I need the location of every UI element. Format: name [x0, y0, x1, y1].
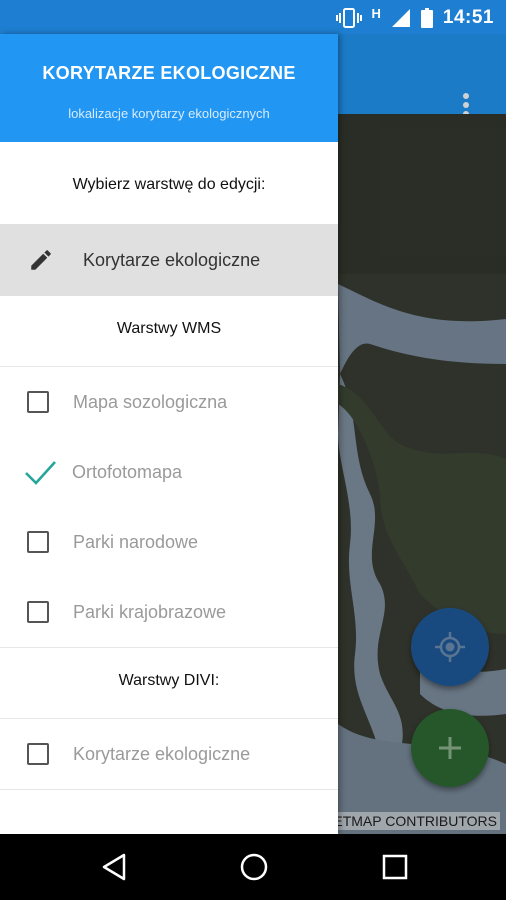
layer-label: Ortofotomapa [72, 461, 183, 482]
layer-label: Parki narodowe [73, 531, 199, 552]
checkmark-icon[interactable] [23, 455, 57, 489]
layer-item-parki-narodowe[interactable]: Parki narodowe [0, 507, 338, 577]
system-navigation-bar [0, 834, 506, 900]
drawer-header: KORYTARZE EKOLOGICZNE lokalizacje koryta… [0, 34, 338, 142]
navigation-drawer: KORYTARZE EKOLOGICZNE lokalizacje koryta… [0, 34, 338, 834]
checkbox-icon[interactable] [27, 391, 49, 413]
drawer-scrim[interactable] [338, 34, 506, 834]
network-type-indicator: H [371, 5, 381, 21]
home-icon[interactable] [239, 852, 269, 882]
status-icons: H 14:51 [335, 5, 495, 30]
drawer-subtitle: lokalizacje korytarzy ekologicznych [68, 106, 270, 121]
checkbox-icon[interactable] [27, 531, 49, 553]
wms-section-label: Warstwy WMS [0, 296, 338, 367]
layer-item-korytarze-ekologiczne[interactable]: Korytarze ekologiczne [0, 719, 338, 790]
selected-edit-layer[interactable]: Korytarze ekologiczne [0, 224, 338, 296]
layer-item-ortofotomapa[interactable]: Ortofotomapa [0, 437, 338, 507]
drawer-title: KORYTARZE EKOLOGICZNE [42, 63, 296, 83]
recents-icon[interactable] [382, 852, 408, 882]
layer-item-mapa-sozologiczna[interactable]: Mapa sozologiczna [0, 367, 338, 437]
back-icon[interactable] [100, 852, 128, 882]
status-time: 14:51 [442, 7, 494, 28]
choose-layer-label: Wybierz warstwę do edycji: [72, 176, 266, 193]
selected-layer-label: Korytarze ekologiczne [83, 249, 261, 270]
layer-label: Korytarze ekologiczne [73, 743, 251, 764]
vibrate-icon [335, 8, 362, 28]
checkbox-icon[interactable] [27, 743, 49, 765]
layer-label: Mapa sozologiczna [73, 391, 228, 412]
pencil-icon [31, 250, 51, 270]
divi-section-label: Warstwy DIVI: [0, 647, 338, 719]
signal-icon [391, 9, 410, 27]
battery-icon [420, 8, 433, 28]
checkbox-icon[interactable] [27, 601, 49, 623]
status-bar: H 14:51 [0, 0, 506, 34]
layer-item-parki-krajobrazowe[interactable]: Parki krajobrazowe [0, 577, 338, 647]
layer-label: Parki krajobrazowe [73, 601, 227, 622]
